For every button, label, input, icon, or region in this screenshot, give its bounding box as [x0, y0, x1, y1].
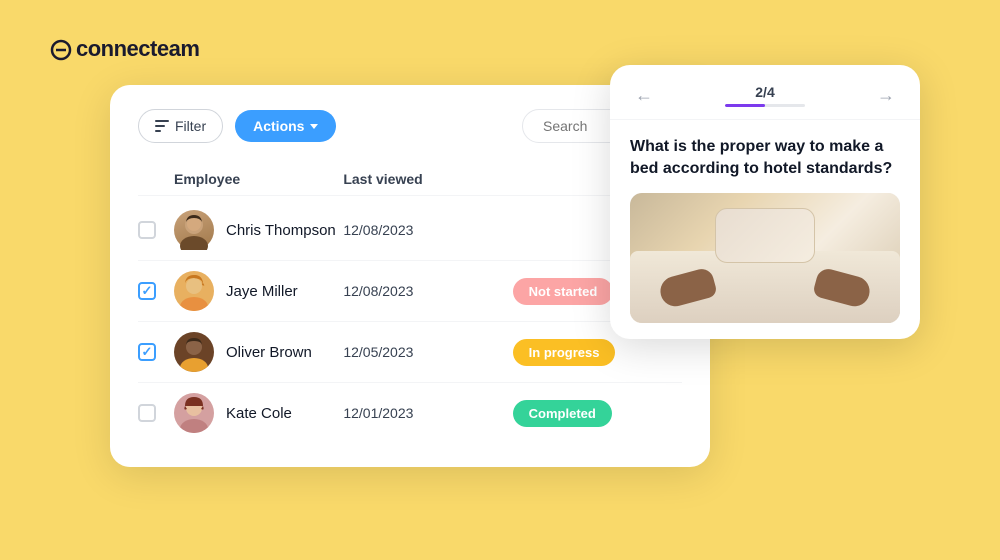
last-viewed-chris: 12/08/2023 [343, 222, 512, 238]
employee-name-kate: Kate Cole [226, 405, 292, 422]
table-row: Chris Thompson 12/08/2023 [138, 200, 682, 261]
quiz-card: ← 2/4 → What is the proper way to make a… [610, 65, 920, 339]
main-container: Filter Actions Employee Last viewed [110, 65, 890, 525]
quiz-content: What is the proper way to make a bed acc… [610, 120, 920, 339]
row-checkbox-chris[interactable] [138, 221, 156, 239]
checkmark-icon: ✓ [142, 344, 153, 360]
col-last-viewed: Last viewed [343, 171, 512, 187]
last-viewed-kate: 12/01/2023 [343, 405, 512, 421]
status-badge-kate: Completed [513, 400, 612, 427]
table-header: Employee Last viewed [138, 163, 682, 196]
caret-icon [310, 124, 318, 129]
actions-label: Actions [253, 118, 304, 134]
prev-arrow-button[interactable]: ← [630, 81, 658, 109]
employee-name-jaye: Jaye Miller [226, 283, 298, 300]
quiz-nav: ← 2/4 → [610, 65, 920, 120]
pillow-decoration [715, 208, 815, 263]
avatar-jaye [174, 271, 214, 311]
next-arrow-button[interactable]: → [872, 81, 900, 109]
filter-button[interactable]: Filter [138, 109, 223, 143]
employee-name-oliver: Oliver Brown [226, 344, 312, 361]
page-indicator: 2/4 [725, 84, 805, 107]
employee-cell-jaye: Jaye Miller [174, 271, 343, 311]
row-checkbox-kate[interactable] [138, 404, 156, 422]
employee-name-chris: Chris Thompson [226, 222, 336, 239]
employee-cell-kate: Kate Cole [174, 393, 343, 433]
progress-bar [725, 104, 805, 107]
avatar-oliver [174, 332, 214, 372]
quiz-question: What is the proper way to make a bed acc… [630, 136, 900, 181]
progress-fill [725, 104, 765, 107]
avatar-kate [174, 393, 214, 433]
row-checkbox-jaye[interactable]: ✓ [138, 282, 156, 300]
bed-scene [630, 193, 900, 323]
hand-left-decoration [657, 266, 718, 309]
filter-icon [155, 120, 169, 132]
employee-cell-chris: Chris Thompson [174, 210, 343, 250]
table-row: ✓ Jaye Miller 12/08/2023 Not started [138, 261, 682, 322]
actions-button[interactable]: Actions [235, 110, 336, 142]
toolbar: Filter Actions [138, 109, 682, 143]
last-viewed-jaye: 12/08/2023 [343, 283, 512, 299]
page-numbers: 2/4 [755, 84, 774, 100]
hand-right-decoration [812, 266, 873, 309]
logo: connecteam [48, 36, 199, 62]
employee-cell-oliver: Oliver Brown [174, 332, 343, 372]
row-checkbox-oliver[interactable]: ✓ [138, 343, 156, 361]
status-badge-oliver: In progress [513, 339, 616, 366]
last-viewed-oliver: 12/05/2023 [343, 344, 512, 360]
checkmark-icon: ✓ [142, 283, 153, 299]
avatar-chris [174, 210, 214, 250]
table-row: Kate Cole 12/01/2023 Completed [138, 383, 682, 443]
filter-label: Filter [175, 118, 206, 134]
quiz-image [630, 193, 900, 323]
status-badge-jaye: Not started [513, 278, 614, 305]
col-employee: Employee [174, 171, 343, 187]
table-row: ✓ Oliver Brown 12/05/2023 In progress [138, 322, 682, 383]
